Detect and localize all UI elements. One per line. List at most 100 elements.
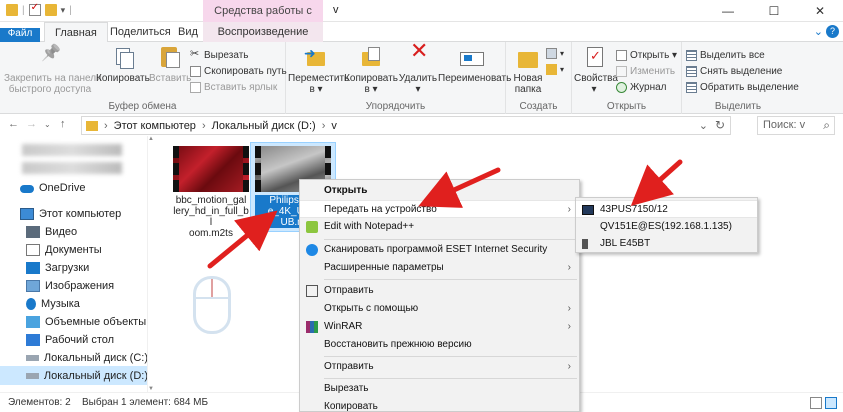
recent-locations-icon[interactable]: ⌄ [44, 120, 51, 129]
menu-item-restore-previous[interactable]: Восстановить прежнюю версию [300, 336, 579, 354]
up-arrow-icon[interactable]: ↑ [60, 118, 66, 130]
select-all-button[interactable]: Выделить все [686, 48, 765, 62]
chevron-right-icon[interactable]: › [322, 120, 326, 132]
menu-item-share[interactable]: Отправить [300, 282, 579, 300]
help-icon[interactable]: ? [826, 25, 839, 38]
menu-item-cut[interactable]: Вырезать [300, 380, 579, 398]
select-none-button[interactable]: Снять выделение [686, 64, 782, 78]
close-button[interactable]: ✕ [797, 0, 843, 22]
chevron-down-icon[interactable]: ⌄ [699, 119, 708, 132]
nav-item-video[interactable]: Видео [0, 222, 147, 241]
nav-item-desktop[interactable]: Рабочий стол [0, 330, 147, 349]
address-bar[interactable]: › Этот компьютер › Локальный диск (D:) ›… [81, 116, 731, 135]
3d-objects-icon [26, 315, 40, 328]
copy-path-button[interactable]: Скопировать путь [190, 64, 287, 78]
nav-item-disk-c[interactable]: Локальный диск (C:) [0, 348, 147, 367]
group-open: Свойства ▾ Открыть ▾ Изменить Журнал Отк… [572, 42, 682, 114]
nav-item-onedrive[interactable]: OneDrive [0, 178, 147, 197]
menu-item-open[interactable]: Открыть [300, 182, 579, 200]
share-icon [306, 285, 318, 297]
menu-item-open-with[interactable]: Открыть с помощью › [300, 300, 579, 318]
nav-item-pictures[interactable]: Изображения [0, 276, 147, 295]
nav-scrollbar[interactable]: ▲ ▼ [148, 136, 154, 392]
chevron-right-icon: › [567, 321, 571, 332]
chevron-right-icon[interactable]: › [202, 120, 206, 132]
breadcrumb-this-pc[interactable]: Этот компьютер [114, 120, 196, 132]
blurred-item [22, 162, 122, 174]
back-arrow-icon[interactable]: ← [8, 118, 19, 130]
tab-playback[interactable]: Воспроизведение [203, 22, 323, 42]
menu-item-copy[interactable]: Копировать [300, 398, 579, 412]
ribbon-collapse-icon[interactable]: ⌄ [814, 25, 823, 38]
copy-button[interactable]: Копировать [96, 46, 150, 84]
history-button[interactable]: Журнал [616, 80, 667, 94]
new-folder-quick-icon[interactable] [44, 4, 57, 16]
edit-button[interactable]: Изменить [616, 64, 675, 78]
details-view-icon[interactable] [810, 397, 822, 409]
rename-button[interactable]: Переименовать [438, 46, 511, 84]
paste-button[interactable]: Вставить [149, 46, 191, 84]
pin-quick-access-button[interactable]: Закрепить на панели быстрого доступа [4, 46, 102, 95]
move-to-button[interactable]: Переместить в ▾ [288, 46, 349, 95]
device-tv[interactable]: 43PUS7150/12 [576, 200, 757, 218]
edit-icon [616, 65, 627, 77]
window-controls: — ☐ ✕ [705, 0, 843, 22]
nav-item-documents[interactable]: Документы [0, 240, 147, 259]
nav-item-music[interactable]: Музыка [0, 294, 147, 313]
group-label-create: Создать [519, 101, 558, 112]
paste-shortcut-button[interactable]: Вставить ярлык [190, 80, 277, 94]
menu-item-advanced[interactable]: Расширенные параметры › [300, 259, 579, 277]
documents-icon [26, 243, 40, 256]
properties-button[interactable]: Свойства ▾ [574, 46, 618, 95]
tab-view[interactable]: Вид [168, 22, 208, 42]
device-speaker[interactable]: JBL E45BT [576, 235, 757, 253]
menu-item-cast-to-device[interactable]: Передать на устройство › [300, 200, 579, 218]
forward-arrow-icon[interactable]: → [26, 118, 37, 130]
winrar-icon [306, 321, 318, 333]
nav-item-3d-objects[interactable]: Объемные объекты [0, 312, 147, 331]
qat-dropdown-icon[interactable]: ▾ [61, 5, 66, 16]
chevron-right-icon: › [567, 303, 571, 314]
delete-button[interactable]: Удалить ▾ [398, 45, 438, 95]
cast-to-device-submenu: 43PUS7150/12 QV151E@ES(192.168.1.135) JB… [575, 197, 758, 253]
group-label-clipboard: Буфер обмена [108, 101, 177, 112]
menu-item-eset-scan[interactable]: Сканировать программой ESET Internet Sec… [300, 241, 579, 259]
invert-selection-button[interactable]: Обратить выделение [686, 80, 799, 94]
navigation-bar: ← → ⌄ ↑ › Этот компьютер › Локальный дис… [0, 114, 843, 136]
menu-item-winrar[interactable]: WinRAR › [300, 318, 579, 336]
menu-item-send-to[interactable]: Отправить › [300, 358, 579, 376]
tab-home[interactable]: Главная [44, 22, 108, 43]
context-menu: Открыть Передать на устройство › Edit wi… [299, 179, 580, 412]
menu-separator [324, 239, 577, 240]
menu-item-notepad-plus-plus[interactable]: Edit with Notepad++ [300, 218, 579, 236]
file-item[interactable]: bbc_motion_gal lery_hd_in_full_bl oom.m2… [168, 142, 254, 243]
breadcrumb-v[interactable]: v [331, 120, 337, 132]
computer-icon [20, 207, 34, 220]
nav-item-this-pc[interactable]: Этот компьютер [0, 204, 147, 223]
nav-item-disk-d[interactable]: Локальный диск (D:) [0, 366, 147, 385]
item-count: Элементов: 2 [8, 397, 71, 408]
maximize-button[interactable]: ☐ [751, 0, 797, 22]
refresh-icon[interactable]: ↻ [715, 118, 725, 132]
search-input[interactable]: Поиск: v ⌕ [757, 116, 835, 135]
breadcrumb-disk-d[interactable]: Локальный диск (D:) [212, 120, 316, 132]
group-organize: Переместить в ▾ Копировать в ▾ Удалить ▾… [286, 42, 511, 114]
large-icons-view-icon[interactable] [825, 397, 837, 409]
device-media-server[interactable]: QV151E@ES(192.168.1.135) [576, 218, 757, 236]
pictures-icon [26, 279, 40, 292]
new-item-button[interactable]: ▾ [546, 46, 564, 60]
copy-to-button[interactable]: Копировать в ▾ [344, 46, 398, 95]
scroll-up-icon[interactable]: ▲ [148, 136, 154, 142]
easy-access-button[interactable]: ▾ [546, 62, 564, 76]
search-icon: ⌕ [823, 118, 830, 132]
group-label-organize: Упорядочить [365, 101, 426, 112]
properties-quick-icon[interactable] [28, 2, 41, 16]
minimize-button[interactable]: — [705, 0, 751, 22]
cut-button[interactable]: Вырезать [190, 47, 248, 62]
new-folder-icon [515, 46, 541, 70]
new-folder-button[interactable]: Новая папка [510, 46, 546, 95]
open-button[interactable]: Открыть ▾ [616, 48, 677, 62]
nav-item-downloads[interactable]: Загрузки [0, 258, 147, 277]
selection-info: Выбран 1 элемент: 684 МБ [82, 397, 209, 408]
chevron-right-icon[interactable]: › [104, 120, 108, 132]
